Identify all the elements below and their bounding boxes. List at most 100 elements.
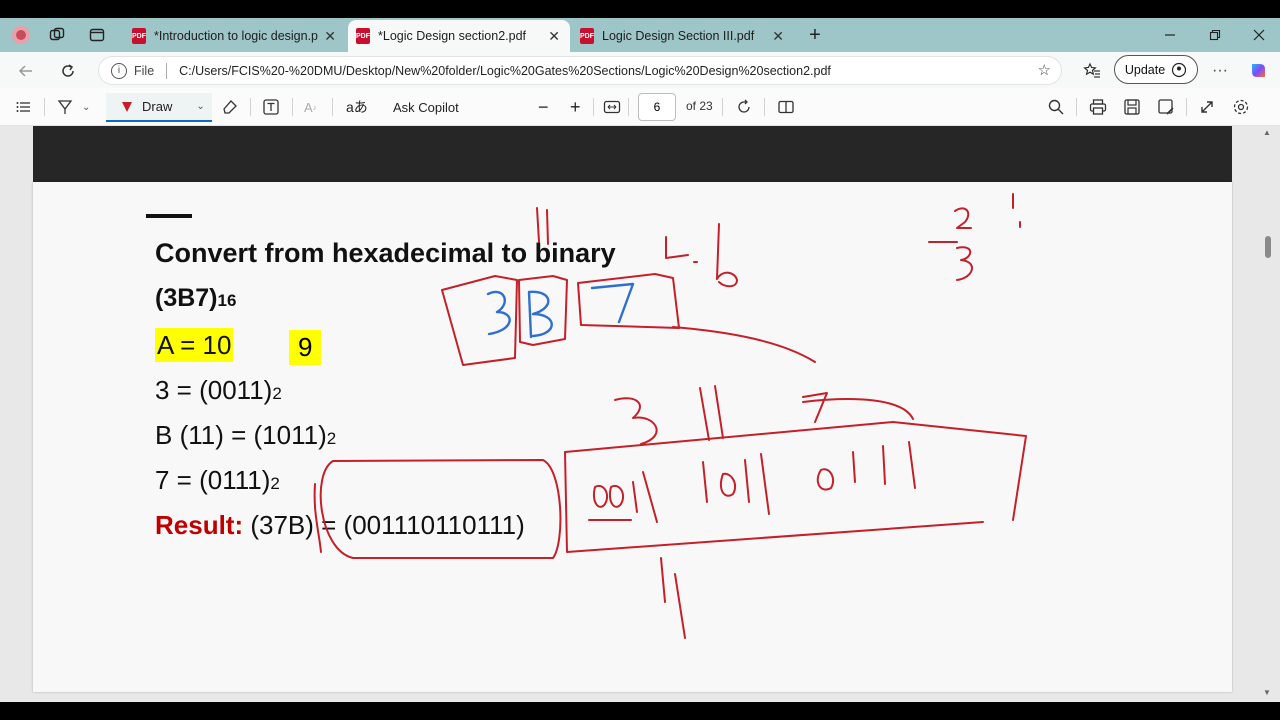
highlight-dropdown-icon[interactable]: ⌄	[82, 96, 90, 118]
save-as-icon[interactable]	[1157, 96, 1175, 118]
back-arrow-icon[interactable]	[14, 59, 38, 83]
ink-big-box-bottom	[564, 451, 984, 553]
contents-icon[interactable]	[16, 96, 32, 118]
toolbar-divider	[722, 98, 723, 116]
highlight-icon[interactable]	[56, 96, 74, 118]
settings-gear-icon[interactable]	[1232, 96, 1250, 118]
zoom-out-icon[interactable]: −	[538, 96, 549, 118]
update-label: Update	[1124, 62, 1166, 77]
tab-label: Logic Design Section III.pdf	[602, 29, 755, 43]
ink-bin-11b	[744, 453, 770, 515]
copilot-icon[interactable]	[1246, 59, 1270, 83]
previous-page	[33, 126, 1232, 182]
toolbar-divider	[1076, 98, 1077, 116]
new-tab-icon[interactable]: +	[804, 24, 826, 46]
pdf-file-icon: PDF	[132, 28, 146, 44]
reload-icon[interactable]	[56, 59, 80, 83]
update-profile-icon	[1172, 62, 1187, 77]
ink-digit-4	[665, 236, 689, 259]
tab-introduction[interactable]: PDF *Introduction to logic design.pdf ✕	[124, 20, 346, 52]
add-text-icon[interactable]	[262, 96, 280, 118]
scroll-up-icon[interactable]: ▲	[1263, 128, 1271, 137]
close-tab-icon[interactable]: ✕	[548, 28, 560, 45]
ink-tally-top	[536, 207, 549, 245]
expand-icon[interactable]	[1199, 96, 1215, 118]
ink-big-box-top	[564, 421, 1027, 521]
zoom-in-icon[interactable]: +	[570, 96, 581, 118]
toolbar-divider	[332, 98, 333, 116]
ink-tally-bottom	[660, 557, 686, 639]
toolbar-divider	[593, 98, 594, 116]
ink-bin-0a	[593, 484, 609, 508]
ink-bin-111	[852, 441, 916, 489]
tab-strip: PDF *Introduction to logic design.pdf ✕ …	[0, 18, 1280, 52]
restore-icon[interactable]	[1203, 24, 1227, 46]
page-number-value: 6	[653, 100, 661, 114]
scroll-down-icon[interactable]: ▼	[1263, 688, 1271, 697]
read-aloud-icon[interactable]: aあ	[346, 96, 368, 118]
scroll-thumb[interactable]	[1265, 236, 1271, 258]
browser-window: PDF *Introduction to logic design.pdf ✕ …	[0, 18, 1280, 702]
minimize-icon[interactable]	[1158, 24, 1182, 46]
close-window-icon[interactable]	[1247, 24, 1271, 46]
close-tab-icon[interactable]: ✕	[772, 28, 784, 45]
draw-dropdown-icon[interactable]: ⌄	[196, 101, 204, 112]
rotate-icon[interactable]	[735, 96, 753, 118]
ask-copilot-button[interactable]: Ask Copilot	[393, 96, 459, 118]
url-separator	[166, 62, 168, 79]
tab-actions-icon[interactable]	[86, 24, 108, 46]
pdf-viewer[interactable]: Convert from hexadecimal to binary (3B7)…	[0, 126, 1280, 702]
ink-blue-7	[590, 282, 635, 324]
tab-label: *Logic Design section2.pdf	[378, 29, 527, 43]
ink-result-box	[319, 459, 562, 559]
ink-bin-11a	[632, 471, 658, 523]
save-icon[interactable]	[1123, 96, 1141, 118]
search-icon[interactable]	[1047, 96, 1065, 118]
favorites-icon[interactable]	[1080, 59, 1104, 83]
close-tab-icon[interactable]: ✕	[324, 28, 336, 45]
ink-bin-0b	[609, 484, 625, 508]
ink-digit-3-top	[956, 246, 973, 281]
ink-box-7	[577, 273, 680, 329]
ink-bin-1b	[702, 461, 708, 503]
address-bar: i File C:/Users/FCIS%20-%20DMU/Desktop/N…	[0, 52, 1280, 88]
update-button[interactable]: Update	[1114, 55, 1198, 84]
pdf-file-icon: PDF	[356, 28, 370, 44]
print-icon[interactable]	[1089, 96, 1107, 118]
url-scheme: File	[134, 63, 155, 78]
ink-eleven	[699, 385, 724, 441]
tab-section3[interactable]: PDF Logic Design Section III.pdf ✕	[572, 20, 794, 52]
page-number-input[interactable]: 6	[638, 93, 676, 121]
toolbar-divider	[764, 98, 765, 116]
ask-copilot-label: Ask Copilot	[393, 99, 459, 115]
eraser-icon[interactable]	[221, 96, 239, 118]
tab-label: *Introduction to logic design.pdf	[154, 29, 319, 43]
ink-box-3	[441, 275, 518, 366]
pdf-file-icon: PDF	[580, 28, 594, 44]
workspaces-icon[interactable]	[46, 24, 68, 46]
ink-digit-6	[716, 223, 738, 288]
draw-pen-icon	[122, 101, 132, 112]
page-view-icon[interactable]	[777, 96, 795, 118]
draw-button[interactable]: Draw ⌄	[106, 93, 212, 122]
fit-page-icon[interactable]	[603, 96, 621, 118]
ink-bin-0d	[816, 468, 835, 491]
text-format-icon[interactable]: A ♪	[304, 96, 317, 118]
toolbar-divider	[250, 98, 251, 116]
favorite-star-icon[interactable]: ☆	[1038, 61, 1051, 79]
info-icon[interactable]: i	[111, 62, 127, 79]
draw-label: Draw	[142, 99, 173, 114]
ink-digit-7-mid	[802, 392, 914, 423]
toolbar-divider	[44, 98, 45, 116]
more-menu-icon[interactable]: ···	[1208, 59, 1232, 83]
ink-annotations	[313, 193, 1027, 639]
vertical-scrollbar[interactable]: ▲ ▼	[1262, 126, 1274, 702]
ink-digit-3-mid	[614, 397, 658, 445]
ink-arrow-curve	[672, 326, 816, 363]
profile-avatar[interactable]	[10, 24, 32, 46]
url-field[interactable]: i File C:/Users/FCIS%20-%20DMU/Desktop/N…	[98, 56, 1062, 85]
toolbar-divider	[628, 98, 629, 116]
tab-section2[interactable]: PDF *Logic Design section2.pdf ✕	[348, 20, 570, 52]
pdf-page[interactable]: Convert from hexadecimal to binary (3B7)…	[33, 182, 1232, 692]
ink-digit-2	[954, 207, 972, 229]
